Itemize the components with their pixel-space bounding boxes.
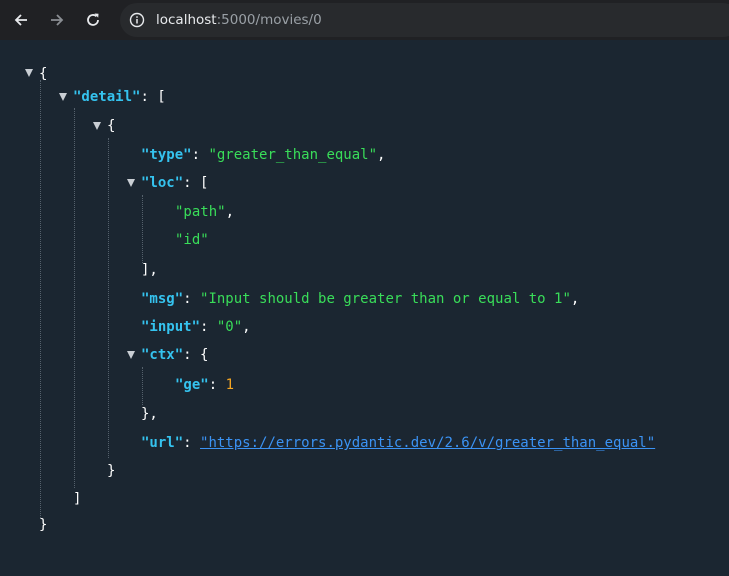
json-line: ], xyxy=(141,262,158,278)
json-string: "id" xyxy=(175,232,209,248)
reload-icon xyxy=(87,13,99,26)
json-line: "ctx": { xyxy=(141,347,209,363)
json-key: "ge" xyxy=(175,377,209,393)
json-line: } xyxy=(39,517,48,533)
collapse-toggle-icon[interactable] xyxy=(127,179,135,187)
indent-guide xyxy=(108,138,109,458)
collapse-toggle-icon[interactable] xyxy=(25,69,33,77)
json-key: "detail" xyxy=(73,89,141,105)
json-line: { xyxy=(39,66,48,82)
json-line: "msg": "Input should be greater than or … xyxy=(141,291,580,307)
json-number: 1 xyxy=(225,377,235,393)
json-line: "loc": [ xyxy=(141,175,209,191)
json-key: "msg" xyxy=(141,291,184,307)
collapse-toggle-icon[interactable] xyxy=(93,122,101,130)
json-line: "path", xyxy=(175,204,235,220)
forward-button[interactable] xyxy=(42,5,72,35)
json-line: ] xyxy=(73,491,82,507)
collapse-toggle-icon[interactable] xyxy=(59,93,67,101)
json-key: "input" xyxy=(141,319,201,335)
json-viewer: { "detail": [ { "type": "greater_than_eq… xyxy=(0,40,729,576)
url-host: localhost xyxy=(156,12,217,28)
url-path: :5000/movies/0 xyxy=(216,12,322,28)
json-string: "greater_than_equal" xyxy=(208,147,378,163)
collapse-toggle-icon[interactable] xyxy=(127,351,135,359)
reload-button[interactable] xyxy=(78,5,108,35)
json-line: "type": "greater_than_equal", xyxy=(141,147,386,163)
json-line: "input": "0", xyxy=(141,319,251,335)
json-line: }, xyxy=(141,406,158,422)
json-line: "id" xyxy=(175,230,209,250)
back-button[interactable] xyxy=(6,5,36,35)
json-key: "type" xyxy=(141,147,192,163)
address-bar[interactable]: localhost:5000/movies/0 xyxy=(120,3,729,37)
json-line: "url": "https://errors.pydantic.dev/2.6/… xyxy=(141,435,656,451)
indent-guide xyxy=(40,80,41,518)
back-arrow-icon xyxy=(14,14,27,26)
json-key: "loc" xyxy=(141,175,184,191)
browser-toolbar: localhost:5000/movies/0 xyxy=(0,0,729,40)
json-line: "detail": [ xyxy=(73,89,166,105)
json-line: "ge": 1 xyxy=(175,377,235,393)
url-link[interactable]: "https://errors.pydantic.dev/2.6/v/great… xyxy=(200,435,655,451)
json-key: "ctx" xyxy=(141,347,184,363)
info-icon[interactable] xyxy=(129,12,145,28)
json-line: } xyxy=(107,463,116,479)
json-string: "path" xyxy=(175,204,226,220)
indent-guide xyxy=(142,195,143,263)
json-line: { xyxy=(107,118,116,134)
json-key: "url" xyxy=(141,435,184,451)
indent-guide xyxy=(74,108,75,488)
json-string: "0" xyxy=(216,319,243,335)
url-text[interactable]: localhost:5000/movies/0 xyxy=(156,12,322,28)
indent-guide xyxy=(142,367,143,405)
json-string: "Input should be greater than or equal t… xyxy=(200,291,571,307)
forward-arrow-icon xyxy=(51,14,64,26)
